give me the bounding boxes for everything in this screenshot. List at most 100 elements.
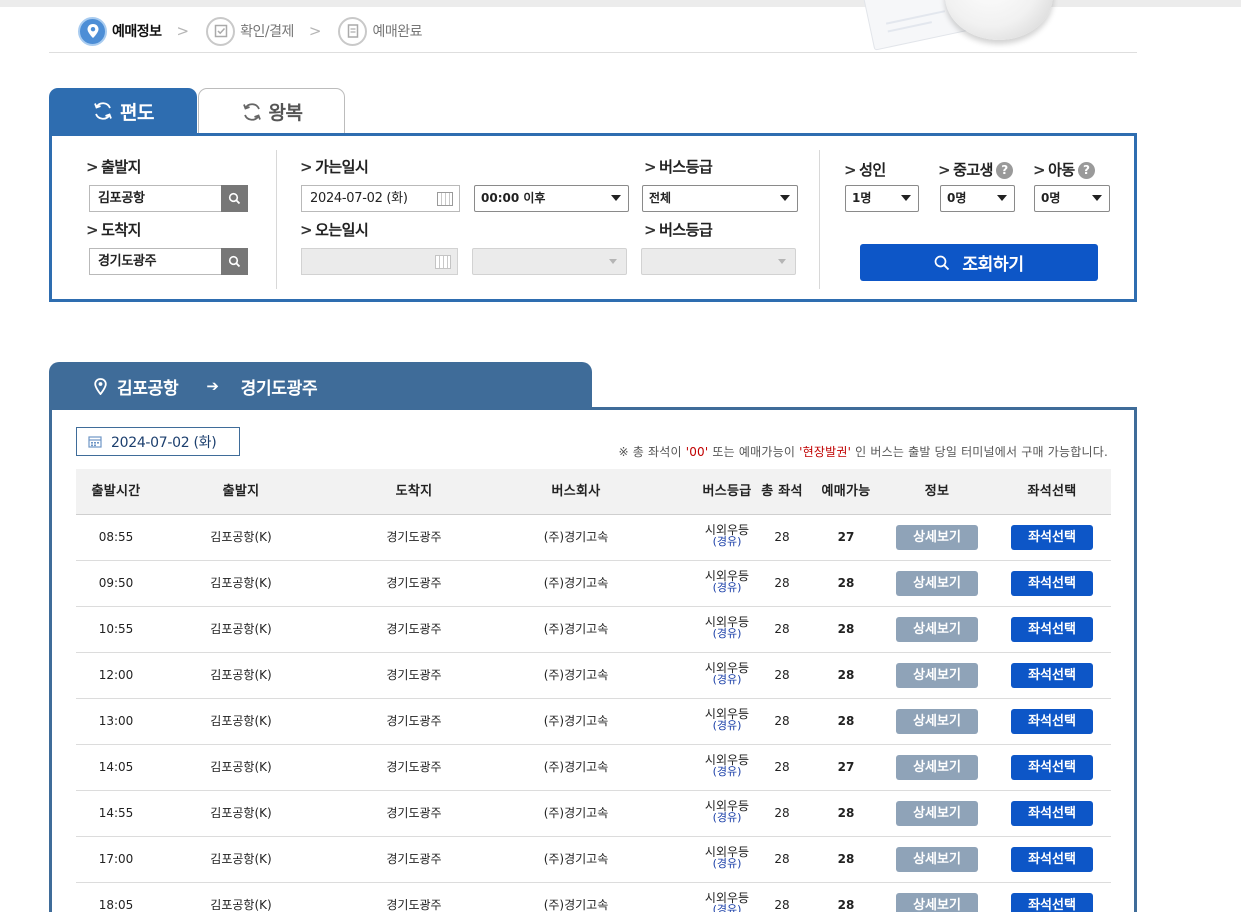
step-booking-complete: 예매완료 <box>338 16 422 46</box>
search-icon <box>934 255 950 270</box>
table-row: 14:55 김포공항(K) 경기도광주 (주)경기고속 28 28 시외우등 (경유) 상세보기… <box>76 791 1111 837</box>
seat-select-button[interactable]: 좌석선택 <box>1011 663 1093 688</box>
departure-time-cell: 12:00 <box>98 668 134 682</box>
return-date-input <box>301 248 458 275</box>
detail-button[interactable]: 상세보기 <box>896 847 978 872</box>
calendar-icon[interactable] <box>437 192 453 206</box>
child-count-select[interactable]: 0명 <box>1034 185 1110 212</box>
departure-time-cell: 13:00 <box>98 714 134 728</box>
adult-count-select[interactable]: 1명 <box>845 185 919 212</box>
detail-button[interactable]: 상세보기 <box>896 617 978 642</box>
go-date-input[interactable]: 2024-07-02 (화) <box>301 185 460 212</box>
go-date-label: > 가는일시 <box>300 158 369 176</box>
bus-company-cell: (주)경기고속 <box>543 852 609 866</box>
seat-select-button[interactable]: 좌석선택 <box>1011 709 1093 734</box>
departure-terminal-cell: 김포공항(K) <box>210 852 272 866</box>
bus-grade-cell: 시외우등 (경유) <box>672 570 782 593</box>
bus-grade-route-type: (경유) <box>712 719 742 732</box>
table-row: 13:00 김포공항(K) 경기도광주 (주)경기고속 28 28 시외우등 (경유) 상세보기… <box>76 699 1111 745</box>
seat-select-button[interactable]: 좌석선택 <box>1011 893 1093 912</box>
route-header: 김포공항 ➔ 경기도광주 <box>49 362 592 410</box>
detail-button[interactable]: 상세보기 <box>896 755 978 780</box>
seat-select-button[interactable]: 좌석선택 <box>1011 571 1093 596</box>
detail-button[interactable]: 상세보기 <box>896 525 978 550</box>
detail-button[interactable]: 상세보기 <box>896 571 978 596</box>
bus-grade-cell: 시외우등 (경유) <box>672 892 782 912</box>
departure-terminal-cell: 김포공항(K) <box>210 714 272 728</box>
bus-grade-value: 전체 <box>649 191 672 205</box>
step-label: 예매정보 <box>112 24 162 40</box>
step-booking-info: 예매정보 <box>78 16 162 46</box>
help-icon[interactable]: ? <box>995 161 1013 179</box>
seat-select-button[interactable]: 좌석선택 <box>1011 755 1093 780</box>
bus-company-cell: (주)경기고속 <box>543 714 609 728</box>
bus-grade-cell: 시외우등 (경유) <box>672 662 782 685</box>
departure-time-cell: 18:05 <box>98 898 134 912</box>
column-header: 출발시간 <box>91 484 141 499</box>
bus-company-cell: (주)경기고속 <box>543 760 609 774</box>
table-row: 10:55 김포공항(K) 경기도광주 (주)경기고속 28 28 시외우등 (경유) 상세보기… <box>76 607 1111 653</box>
departure-search-button[interactable] <box>221 185 248 212</box>
divider <box>819 150 820 289</box>
tab-roundtrip[interactable]: 왕복 <box>198 88 345 134</box>
arrival-terminal-cell: 경기도광주 <box>386 622 442 636</box>
search-icon <box>228 192 241 205</box>
seat-select-button[interactable]: 좌석선택 <box>1011 847 1093 872</box>
seat-select-button[interactable]: 좌석선택 <box>1011 525 1093 550</box>
chevron-down-icon <box>780 195 790 201</box>
chevron-right-icon: > <box>176 22 190 40</box>
return-time-select <box>472 248 627 275</box>
chevron-down-icon <box>1092 195 1102 201</box>
arrival-input[interactable]: 경기도광주 <box>89 248 222 275</box>
bus-company-cell: (주)경기고속 <box>543 898 609 912</box>
detail-button[interactable]: 상세보기 <box>896 893 978 912</box>
table-row: 12:00 김포공항(K) 경기도광주 (주)경기고속 28 28 시외우등 (경유) 상세보기… <box>76 653 1111 699</box>
detail-button[interactable]: 상세보기 <box>896 801 978 826</box>
step-label: 예매완료 <box>372 24 422 40</box>
arrival-terminal-cell: 경기도광주 <box>386 898 442 912</box>
chevron-down-icon <box>997 195 1007 201</box>
column-header: 예매가능 <box>821 484 871 499</box>
available-seats-cell: 28 <box>837 668 855 682</box>
return-date-label: > 오는일시 <box>300 221 369 239</box>
departure-time-cell: 17:00 <box>98 852 134 866</box>
step-label: 확인/결제 <box>240 24 294 40</box>
arrow-right-icon: ➔ <box>206 377 219 395</box>
go-time-select[interactable]: 00:00 이후 <box>474 185 629 212</box>
bus-grade-select[interactable]: 전체 <box>642 185 798 212</box>
bus-grade-cell: 시외우등 (경유) <box>672 800 782 823</box>
student-count-select[interactable]: 0명 <box>940 185 1015 212</box>
child-count-value: 0명 <box>1041 191 1061 205</box>
bus-grade-route-type: (경유) <box>712 535 742 548</box>
seat-select-button[interactable]: 좌석선택 <box>1011 617 1093 642</box>
help-icon[interactable]: ? <box>1077 161 1095 179</box>
tab-oneway[interactable]: 편도 <box>49 88 197 134</box>
chevron-right-icon: > <box>308 22 322 40</box>
arrival-search-button[interactable] <box>221 248 248 275</box>
departure-terminal-cell: 김포공항(K) <box>210 622 272 636</box>
seat-select-button[interactable]: 좌석선택 <box>1011 801 1093 826</box>
inquiry-button[interactable]: 조회하기 <box>860 244 1098 281</box>
detail-button[interactable]: 상세보기 <box>896 709 978 734</box>
column-header: 출발지 <box>222 484 260 499</box>
results-date: 2024-07-02 (화) <box>76 427 240 456</box>
arrival-terminal-cell: 경기도광주 <box>386 530 442 544</box>
bus-company-cell: (주)경기고속 <box>543 668 609 682</box>
child-label: > 아동? <box>1033 159 1095 180</box>
departure-time-cell: 14:55 <box>98 806 134 820</box>
available-seats-cell: 28 <box>837 622 855 636</box>
chevron-down-icon <box>609 259 617 264</box>
table-row: 17:00 김포공항(K) 경기도광주 (주)경기고속 28 28 시외우등 (경유) 상세보기… <box>76 837 1111 883</box>
available-seats-cell: 27 <box>837 530 855 544</box>
departure-input[interactable]: 김포공항 <box>89 185 222 212</box>
detail-button[interactable]: 상세보기 <box>896 663 978 688</box>
return-grade-label: > 버스등급 <box>644 221 713 239</box>
top-strip <box>0 0 1241 7</box>
adult-count-value: 1명 <box>852 191 872 205</box>
available-seats-cell: 28 <box>837 576 855 590</box>
chevron-down-icon <box>611 195 621 201</box>
arrival-terminal-cell: 경기도광주 <box>386 714 442 728</box>
table-row: 14:05 김포공항(K) 경기도광주 (주)경기고속 28 27 시외우등 (경유) 상세보기… <box>76 745 1111 791</box>
arrival-label: > 도착지 <box>86 221 141 239</box>
bus-grade-route-type: (경유) <box>712 627 742 640</box>
